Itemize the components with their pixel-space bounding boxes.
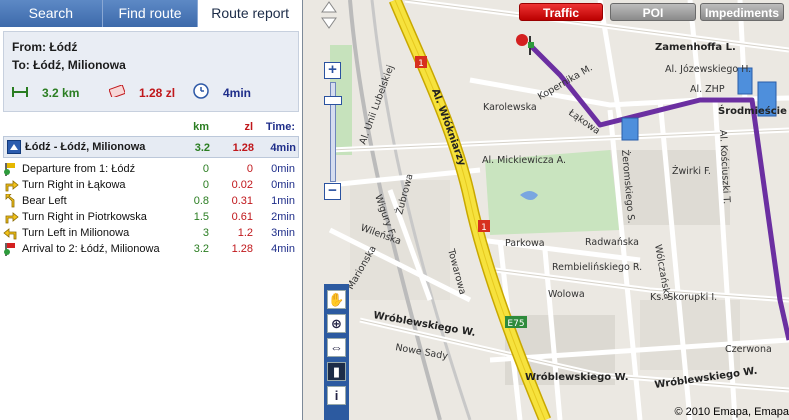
- step-row[interactable]: Turn Right in Piotrkowska 1.5 0.61 2min: [3, 209, 299, 225]
- turn-left-icon: [3, 228, 17, 240]
- step-km: 3: [202, 227, 209, 239]
- route-steps-table: km zl Time: Łódź - Łódź, Milionowa 3.2 1…: [3, 118, 299, 257]
- road-badge-e75: E75: [507, 319, 524, 329]
- step-time: 1min: [271, 195, 295, 207]
- step-km: 1.5: [193, 211, 209, 223]
- step-zl: 0: [246, 163, 253, 175]
- zoom-in-button[interactable]: +: [324, 62, 341, 79]
- street-label-skorupki: Ks. Skorupki I.: [650, 292, 717, 303]
- step-text: Arrival to 2: Łódź, Milionowa: [22, 243, 160, 255]
- to-label: To: Łódź, Milionowa: [12, 58, 126, 72]
- cost-ticket-icon: [108, 84, 126, 100]
- tab-search[interactable]: Search: [0, 0, 103, 27]
- distance-icon: [12, 86, 28, 100]
- step-row[interactable]: Arrival to 2: Łódź, Milionowa 3.2 1.28 4…: [3, 241, 299, 257]
- route-total-row[interactable]: Łódź - Łódź, Milionowa 3.2 1.28 4min: [3, 136, 299, 158]
- route-panel: Search Find route Route report From: Łód…: [0, 0, 303, 420]
- zoom-control: + −: [318, 0, 348, 215]
- step-time: 4min: [271, 243, 295, 255]
- header-time: Time:: [265, 121, 295, 133]
- header-zl: zl: [244, 121, 253, 133]
- impediments-button[interactable]: Impediments: [700, 3, 784, 21]
- road-badge-1b: 1: [481, 223, 487, 233]
- traffic-button[interactable]: Traffic: [519, 3, 603, 21]
- step-time: 0min: [271, 163, 295, 175]
- step-text: Bear Left: [22, 195, 67, 207]
- street-label-srodmiescie: Środmieście: [718, 104, 787, 117]
- step-km: 0: [202, 163, 209, 175]
- step-row[interactable]: Bear Left 0.8 0.31 1min: [3, 193, 299, 209]
- arrival-flag-icon: [4, 243, 15, 256]
- center-target-icon[interactable]: ⊕: [327, 314, 346, 333]
- map-scroll-icon[interactable]: ▮: [327, 362, 346, 381]
- pan-hand-icon[interactable]: ✋: [327, 290, 346, 309]
- step-km: 0.8: [193, 195, 209, 207]
- tab-route-report[interactable]: Route report: [198, 0, 302, 27]
- street-label-parkowa: Parkowa: [505, 238, 545, 249]
- step-km: 3.2: [193, 243, 209, 255]
- poi-button[interactable]: POI: [610, 3, 696, 21]
- step-text: Departure from 1: Łódź: [22, 163, 136, 175]
- route-zl: 1.28: [232, 142, 254, 154]
- street-label-radwanska: Radwańska: [585, 237, 639, 248]
- step-row[interactable]: Turn Left in Milionowa 3 1.2 3min: [3, 225, 299, 241]
- step-time: 2min: [271, 211, 295, 223]
- street-label-zhp: Al. ZHP: [690, 84, 725, 95]
- turn-right-icon: [5, 180, 19, 192]
- street-label-zamenhoffa: Zamenhoffa L.: [655, 42, 736, 53]
- tab-find-route[interactable]: Find route: [102, 0, 199, 27]
- step-zl: 0.02: [231, 179, 253, 191]
- pan-arrows-icon[interactable]: [318, 0, 340, 40]
- clock-icon: [193, 83, 209, 102]
- step-zl: 1.2: [237, 227, 253, 239]
- measure-icon[interactable]: ⇔: [327, 338, 346, 357]
- zoom-slider-knob[interactable]: [324, 96, 342, 105]
- step-zl: 0.61: [231, 211, 253, 223]
- route-stats: 3.2 km 1.28 zl 4min: [12, 83, 290, 102]
- from-label: From: Łódź: [12, 40, 78, 54]
- time-value: 4min: [223, 85, 252, 100]
- street-label-czerwona: Czerwona: [725, 344, 772, 355]
- route-name: Łódź - Łódź, Milionowa: [25, 141, 146, 153]
- collapse-icon[interactable]: [7, 140, 21, 154]
- step-text: Turn Left in Milionowa: [22, 227, 130, 239]
- street-label-rembielinskiego: Rembielińskiego R.: [552, 262, 642, 273]
- bear-left-icon: [5, 194, 15, 208]
- route-summary: From: Łódź To: Łódź, Milionowa 3.2 km 1.…: [3, 31, 299, 112]
- step-text: Turn Right in Piotrkowska: [22, 211, 147, 223]
- street-label-mickiewicza: Al. Mickiewicza A.: [482, 155, 566, 166]
- panel-tabs: Search Find route Route report: [0, 0, 302, 27]
- step-zl: 0.31: [231, 195, 253, 207]
- step-time: 0min: [271, 179, 295, 191]
- road-badge-1a: 1: [418, 59, 424, 69]
- street-label-karolewska: Karolewska: [483, 102, 537, 113]
- step-km: 0: [202, 179, 209, 191]
- street-label-wolowa: Wolowa: [548, 289, 585, 300]
- departure-flag-icon: [4, 163, 15, 176]
- step-text: Turn Right in Łąkowa: [22, 179, 126, 191]
- table-header: km zl Time:: [3, 118, 299, 136]
- street-label-zwirki: Żwirki F.: [672, 166, 711, 177]
- header-km: km: [193, 121, 209, 133]
- step-zl: 1.28: [231, 243, 253, 255]
- turn-right-icon: [5, 212, 19, 224]
- info-icon[interactable]: i: [327, 386, 346, 405]
- zoom-out-button[interactable]: −: [324, 183, 341, 200]
- step-row[interactable]: Departure from 1: Łódź 0 0 0min: [3, 161, 299, 177]
- distance-value: 3.2 km: [42, 85, 80, 100]
- copyright-label: © 2010 Emapa, Emapa: [674, 406, 789, 418]
- cost-value: 1.28 zl: [139, 85, 176, 100]
- route-time: 4min: [270, 142, 296, 154]
- step-time: 3min: [271, 227, 295, 239]
- route-km: 3.2: [194, 142, 210, 154]
- street-label-wroblewskiego-e: Wróblewskiego W.: [525, 371, 629, 383]
- step-row[interactable]: Turn Right in Łąkowa 0 0.02 0min: [3, 177, 299, 193]
- map-tool-strip: ✋ ⊕ ⇔ ▮ i: [324, 284, 349, 420]
- street-label-jozewskiego: Al. Józewskiego H.: [665, 64, 751, 75]
